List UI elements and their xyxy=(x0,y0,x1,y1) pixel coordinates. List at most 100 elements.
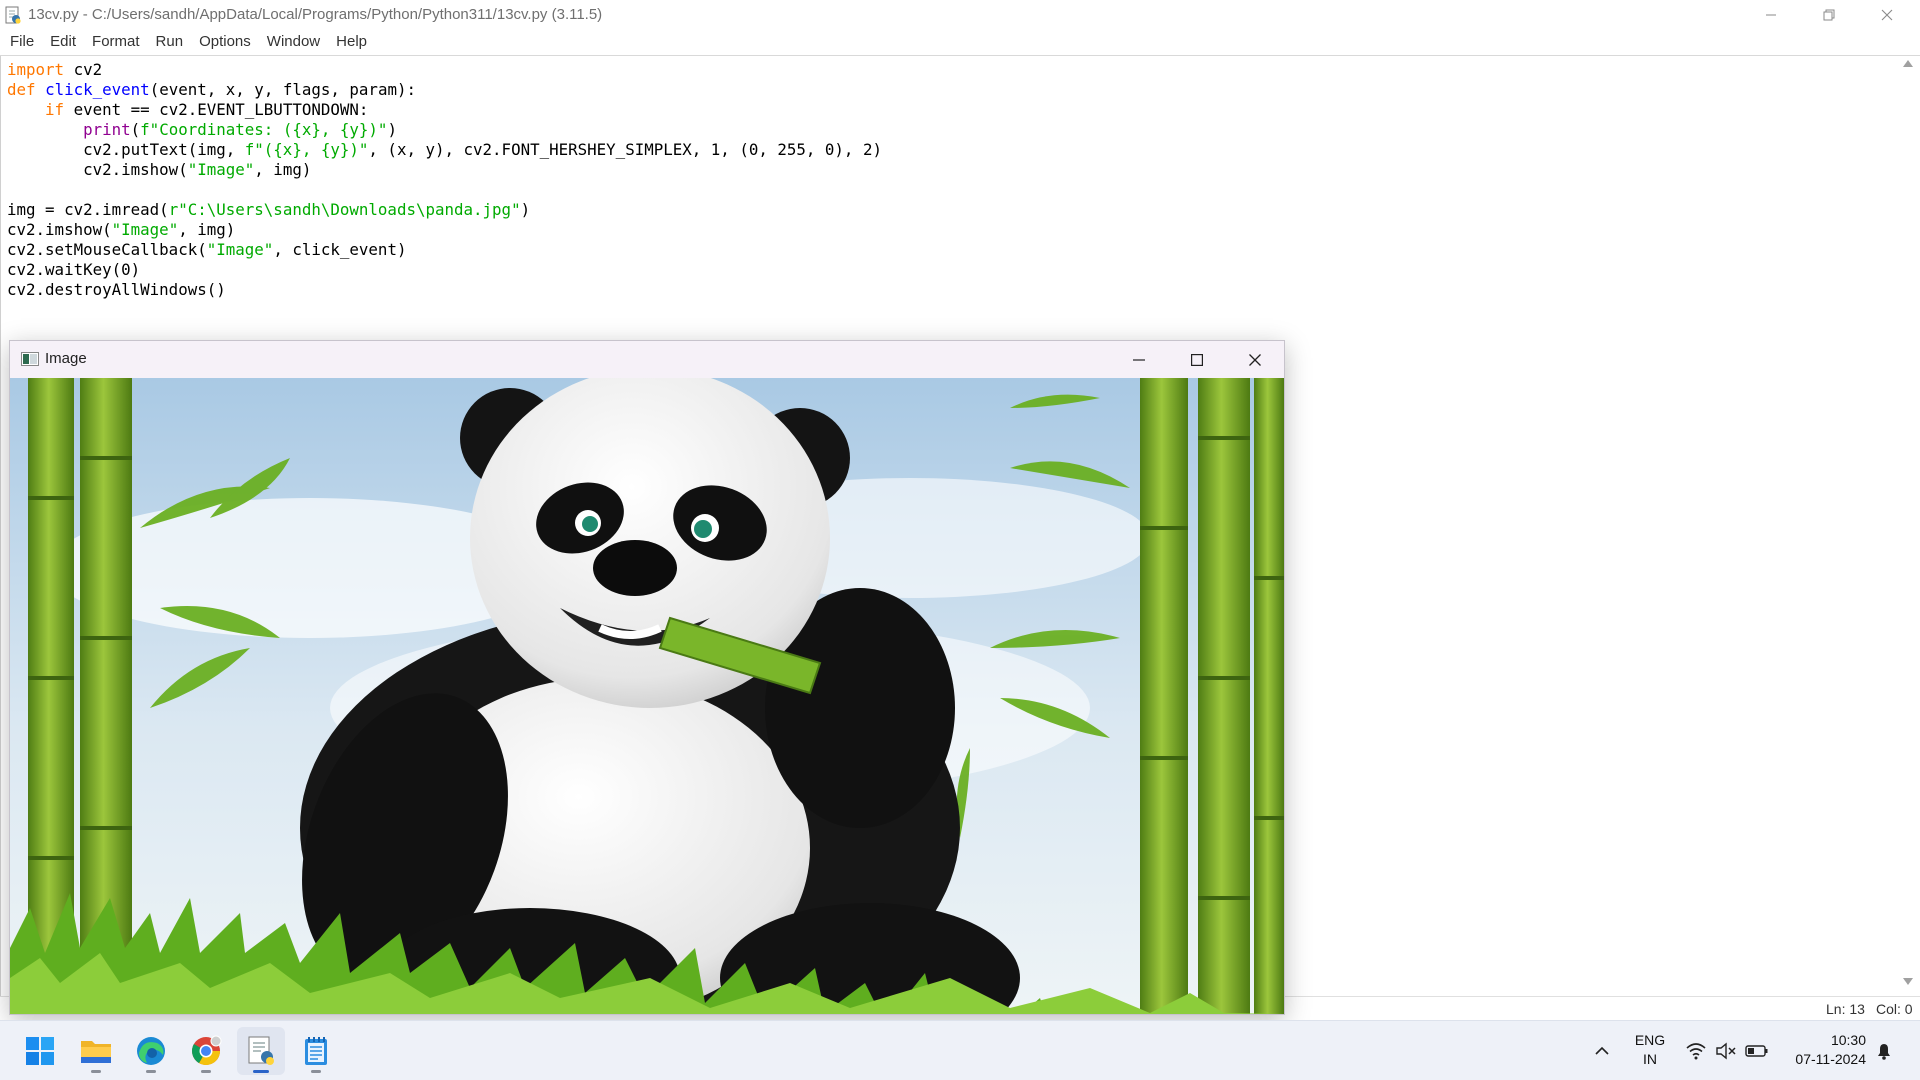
running-indicator xyxy=(311,1070,321,1073)
python-idle-icon xyxy=(248,1036,274,1065)
taskbar-notepad[interactable] xyxy=(292,1027,340,1075)
restore-icon xyxy=(1823,9,1835,20)
restore-button[interactable] xyxy=(1800,0,1858,29)
running-indicator xyxy=(91,1070,101,1073)
opencv-image-window[interactable]: Image xyxy=(9,340,1285,1015)
code-line[interactable]: cv2.waitKey(0) xyxy=(7,260,882,280)
code-line[interactable]: cv2.destroyAllWindows() xyxy=(7,280,882,300)
code-token: cv2.setMouseCallback( xyxy=(7,240,207,259)
code-token: ) xyxy=(387,120,397,139)
region-code: IN xyxy=(1643,1051,1657,1067)
image-window-title-bar[interactable]: Image xyxy=(10,341,1284,378)
code-line[interactable]: print(f"Coordinates: ({x}, {y})") xyxy=(7,120,882,140)
code-token: event == cv2.EVENT_LBUTTONDOWN: xyxy=(64,100,369,119)
code-token: "Image" xyxy=(111,220,179,239)
vertical-scrollbar[interactable] xyxy=(1897,56,1920,996)
code-token: cv2.imshow( xyxy=(7,220,112,239)
battery-icon[interactable] xyxy=(1745,1042,1769,1060)
close-icon xyxy=(1881,9,1893,20)
code-token: "Image" xyxy=(206,240,274,259)
code-token: cv2.waitKey(0) xyxy=(7,260,141,279)
code-token: r"C:\Users\sandh\Downloads\panda.jpg" xyxy=(168,200,521,219)
code-token: cv2 xyxy=(64,60,103,79)
code-token: , img) xyxy=(254,160,312,179)
code-token: click_event xyxy=(45,80,150,99)
image-minimize-button[interactable] xyxy=(1110,341,1168,378)
edge-icon xyxy=(137,1037,165,1065)
code-line[interactable]: if event == cv2.EVENT_LBUTTONDOWN: xyxy=(7,100,882,120)
code-line[interactable]: cv2.imshow("Image", img) xyxy=(7,160,882,180)
running-indicator xyxy=(146,1070,156,1073)
clock[interactable]: 10:30 07-11-2024 xyxy=(1776,1031,1866,1069)
windows-logo-icon xyxy=(26,1037,54,1065)
notification-bell-icon[interactable] xyxy=(1874,1041,1894,1061)
notepad-icon xyxy=(305,1037,327,1065)
code-token: cv2.imshow( xyxy=(7,160,188,179)
taskbar-edge[interactable] xyxy=(127,1027,175,1075)
window-title: 13cv.py - C:/Users/sandh/AppData/Local/P… xyxy=(28,6,603,23)
code-token: , (x, y), cv2.FONT_HERSHEY_SIMPLEX, 1, (… xyxy=(368,140,882,159)
menu-options[interactable]: Options xyxy=(191,29,259,55)
code-token: import xyxy=(7,60,65,79)
running-indicator xyxy=(201,1070,211,1073)
code-token: if xyxy=(45,100,65,119)
code-text[interactable]: import cv2 def click_event (event, x, y, f… xyxy=(7,60,882,300)
image-window-icon xyxy=(21,352,39,366)
code-line[interactable]: cv2.putText(img, f"({x}, {y})", (x, y), … xyxy=(7,140,882,160)
image-maximize-button[interactable] xyxy=(1168,341,1226,378)
language-indicator[interactable]: ENG IN xyxy=(1630,1031,1670,1069)
minimize-icon xyxy=(1133,358,1145,361)
scroll-up-arrow-icon[interactable] xyxy=(1903,60,1913,67)
status-column: Col: 0 xyxy=(1876,1001,1913,1017)
menu-edit[interactable]: Edit xyxy=(42,29,84,55)
menu-file[interactable]: File xyxy=(2,29,42,55)
taskbar: ENG IN 10:30 07-11-2024 xyxy=(0,1020,1920,1080)
code-token: cv2.putText(img, xyxy=(7,140,245,159)
code-token: print xyxy=(83,120,131,139)
volume-muted-icon[interactable] xyxy=(1715,1041,1737,1061)
code-token: f"Coordinates: ({x}, {y})" xyxy=(140,120,388,139)
panda-image[interactable] xyxy=(10,378,1284,1014)
code-token: cv2.destroyAllWindows() xyxy=(7,280,226,299)
close-button[interactable] xyxy=(1858,0,1916,29)
close-icon xyxy=(1249,353,1261,366)
language-code: ENG xyxy=(1634,1032,1666,1048)
taskbar-python-idle[interactable] xyxy=(237,1027,285,1075)
image-canvas[interactable] xyxy=(10,378,1284,1014)
code-token: ( xyxy=(130,120,141,139)
menu-format[interactable]: Format xyxy=(84,29,148,55)
image-window-title: Image xyxy=(45,350,87,367)
code-line[interactable]: cv2.setMouseCallback("Image", click_even… xyxy=(7,240,882,260)
taskbar-file-explorer[interactable] xyxy=(72,1027,120,1075)
image-close-button[interactable] xyxy=(1226,341,1284,378)
chevron-up-icon[interactable] xyxy=(1592,1041,1612,1061)
minimize-icon xyxy=(1766,14,1776,15)
menu-window[interactable]: Window xyxy=(259,29,328,55)
menu-bar: File Edit Format Run Options Window Help xyxy=(0,29,1920,55)
python-file-icon xyxy=(5,6,21,24)
start-button[interactable] xyxy=(16,1027,64,1075)
clock-time: 10:30 xyxy=(1830,1032,1866,1048)
code-token: ) xyxy=(520,200,531,219)
code-token: def xyxy=(7,80,36,99)
menu-help[interactable]: Help xyxy=(328,29,375,55)
code-token: "Image" xyxy=(187,160,255,179)
wifi-icon[interactable] xyxy=(1685,1041,1707,1061)
code-token: , img) xyxy=(178,220,236,239)
code-token: f"({x}, {y})" xyxy=(244,140,369,159)
minimize-button[interactable] xyxy=(1742,0,1800,29)
code-line[interactable]: img = cv2.imread(r"C:\Users\sandh\Downlo… xyxy=(7,200,882,220)
code-line[interactable]: def click_event (event, x, y, flags, para… xyxy=(7,80,882,100)
code-token: img = cv2.imread( xyxy=(7,200,169,219)
menu-run[interactable]: Run xyxy=(148,29,192,55)
code-line[interactable] xyxy=(7,180,882,200)
code-line[interactable]: import cv2 xyxy=(7,60,882,80)
active-indicator xyxy=(253,1070,269,1073)
chrome-icon xyxy=(192,1035,222,1065)
taskbar-chrome[interactable] xyxy=(182,1027,230,1075)
maximize-icon xyxy=(1191,353,1203,366)
code-line[interactable]: cv2.imshow("Image", img) xyxy=(7,220,882,240)
scroll-down-arrow-icon[interactable] xyxy=(1903,978,1913,985)
